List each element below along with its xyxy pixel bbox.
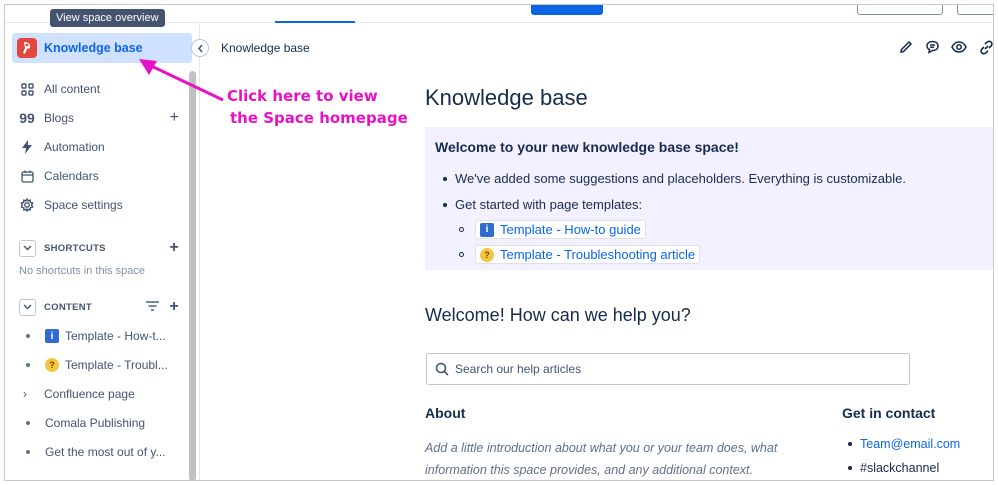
callout-annotation: Click here to view the Space homepage bbox=[227, 85, 408, 129]
content-section-header[interactable]: CONTENT + bbox=[19, 297, 179, 317]
sidebar-item-label: All content bbox=[44, 82, 101, 96]
bullet-icon bbox=[26, 334, 30, 338]
comment-icon[interactable] bbox=[923, 38, 941, 56]
circle-bullet-icon bbox=[459, 252, 464, 257]
sidebar-item-label: Space settings bbox=[44, 198, 123, 212]
welcome-panel: Welcome to your new knowledge base space… bbox=[425, 127, 993, 270]
tree-item-label: Template - How-t... bbox=[65, 329, 166, 343]
chevron-down-icon[interactable] bbox=[19, 239, 36, 257]
gear-icon bbox=[19, 197, 35, 213]
page-title: Knowledge base bbox=[425, 85, 588, 110]
tree-item-template-how-to[interactable]: i Template - How-t... bbox=[23, 325, 183, 347]
chevron-right-icon[interactable]: › bbox=[23, 387, 33, 401]
callout-line-1: Click here to view bbox=[227, 87, 378, 105]
shortcuts-label: SHORTCUTS bbox=[44, 242, 106, 254]
contact-heading: Get in contact bbox=[842, 405, 936, 421]
add-shortcut-icon[interactable]: + bbox=[169, 240, 179, 256]
about-heading: About bbox=[425, 405, 466, 421]
help-search-input[interactable]: Search our help articles bbox=[426, 353, 910, 385]
tree-item-confluence-page[interactable]: › Confluence page bbox=[23, 383, 183, 405]
panel-bullet-text: We've added some suggestions and placeho… bbox=[455, 171, 906, 186]
template-link-label: Template - Troubleshooting article bbox=[500, 247, 696, 262]
search-placeholder: Search our help articles bbox=[455, 362, 582, 376]
calendar-icon bbox=[19, 168, 35, 184]
panel-bullet-customize: We've added some suggestions and placeho… bbox=[443, 171, 906, 186]
panel-bullet-text: Get started with page templates: bbox=[455, 197, 643, 212]
sidebar-item-calendars[interactable]: Calendars bbox=[19, 165, 179, 187]
filter-icon[interactable] bbox=[146, 301, 159, 314]
thinking-face-icon: ? bbox=[480, 247, 494, 262]
link-icon[interactable] bbox=[977, 38, 993, 56]
content-label: CONTENT bbox=[44, 301, 93, 313]
page-header: Knowledge base bbox=[201, 23, 993, 71]
callout-arrow-icon bbox=[139, 59, 224, 102]
space-logo-icon bbox=[17, 38, 37, 58]
panel-bullet-templates: Get started with page templates: bbox=[443, 197, 642, 212]
info-icon: i bbox=[480, 222, 494, 237]
panel-title: Welcome to your new knowledge base space… bbox=[435, 139, 739, 155]
about-text: Add a little introduction about what you… bbox=[425, 441, 778, 477]
tree-item-label: Template - Troubl... bbox=[65, 358, 168, 372]
tree-item-label: Get the most out of y... bbox=[45, 445, 166, 459]
contact-slack-item: #slackchannel bbox=[848, 461, 939, 475]
create-button[interactable] bbox=[531, 5, 603, 15]
top-action-button-secondary[interactable] bbox=[957, 5, 993, 15]
shortcuts-empty-text: No shortcuts in this space bbox=[19, 265, 145, 277]
quote-icon: 99 bbox=[19, 110, 35, 126]
contact-slack-text: #slackchannel bbox=[860, 461, 940, 475]
sidebar-item-label: Calendars bbox=[44, 169, 99, 183]
shortcuts-section-header[interactable]: SHORTCUTS + bbox=[19, 238, 179, 258]
bullet-icon bbox=[848, 442, 852, 446]
tree-item-label: Comala Publishing bbox=[45, 416, 146, 430]
tree-item-template-troubleshooting[interactable]: ? Template - Troubl... bbox=[23, 354, 183, 376]
thinking-face-icon: ? bbox=[45, 358, 59, 372]
template-link-how-to: i Template - How-to guide bbox=[459, 220, 646, 239]
info-icon: i bbox=[45, 329, 59, 343]
callout-line-2: the Space homepage bbox=[230, 109, 408, 127]
template-link-troubleshooting: ? Template - Troubleshooting article bbox=[459, 245, 701, 264]
circle-bullet-icon bbox=[459, 227, 464, 232]
top-action-button[interactable] bbox=[857, 5, 943, 15]
sidebar-scrollbar[interactable] bbox=[189, 71, 196, 480]
tree-item-label: Confluence page bbox=[44, 387, 135, 401]
breadcrumb[interactable]: Knowledge base bbox=[221, 41, 310, 55]
bullet-icon bbox=[26, 363, 30, 367]
template-troubleshooting-link[interactable]: ? Template - Troubleshooting article bbox=[475, 245, 701, 264]
sidebar-item-space-settings[interactable]: Space settings bbox=[19, 194, 179, 216]
search-icon bbox=[435, 362, 449, 376]
template-how-to-link[interactable]: i Template - How-to guide bbox=[475, 220, 646, 239]
contact-email-link[interactable]: Team@email.com bbox=[860, 437, 960, 451]
grid-icon bbox=[19, 81, 35, 97]
lightning-icon bbox=[19, 139, 35, 155]
chevron-down-icon[interactable] bbox=[19, 298, 36, 316]
window: View space overview Knowledge base All c… bbox=[4, 4, 994, 481]
bullet-icon bbox=[848, 466, 852, 470]
sidebar-item-label: Blogs bbox=[44, 111, 75, 125]
sidebar-item-automation[interactable]: Automation bbox=[19, 136, 179, 158]
bullet-icon bbox=[443, 176, 447, 181]
tree-item-get-the-most[interactable]: Get the most out of y... bbox=[23, 441, 183, 463]
template-link-label: Template - How-to guide bbox=[500, 222, 641, 237]
add-content-icon[interactable]: + bbox=[169, 299, 179, 315]
tree-item-comala-publishing[interactable]: Comala Publishing bbox=[23, 412, 183, 434]
watch-eye-icon[interactable] bbox=[950, 38, 968, 56]
tooltip: View space overview bbox=[50, 9, 165, 27]
contact-email-item: Team@email.com bbox=[848, 437, 960, 451]
bullet-icon bbox=[443, 202, 447, 207]
space-name: Knowledge base bbox=[44, 41, 143, 55]
edit-pencil-icon[interactable] bbox=[897, 38, 915, 56]
sidebar-item-label: Automation bbox=[44, 140, 105, 154]
bullet-icon bbox=[26, 450, 30, 454]
help-heading: Welcome! How can we help you? bbox=[425, 305, 691, 325]
bullet-icon bbox=[26, 421, 30, 425]
